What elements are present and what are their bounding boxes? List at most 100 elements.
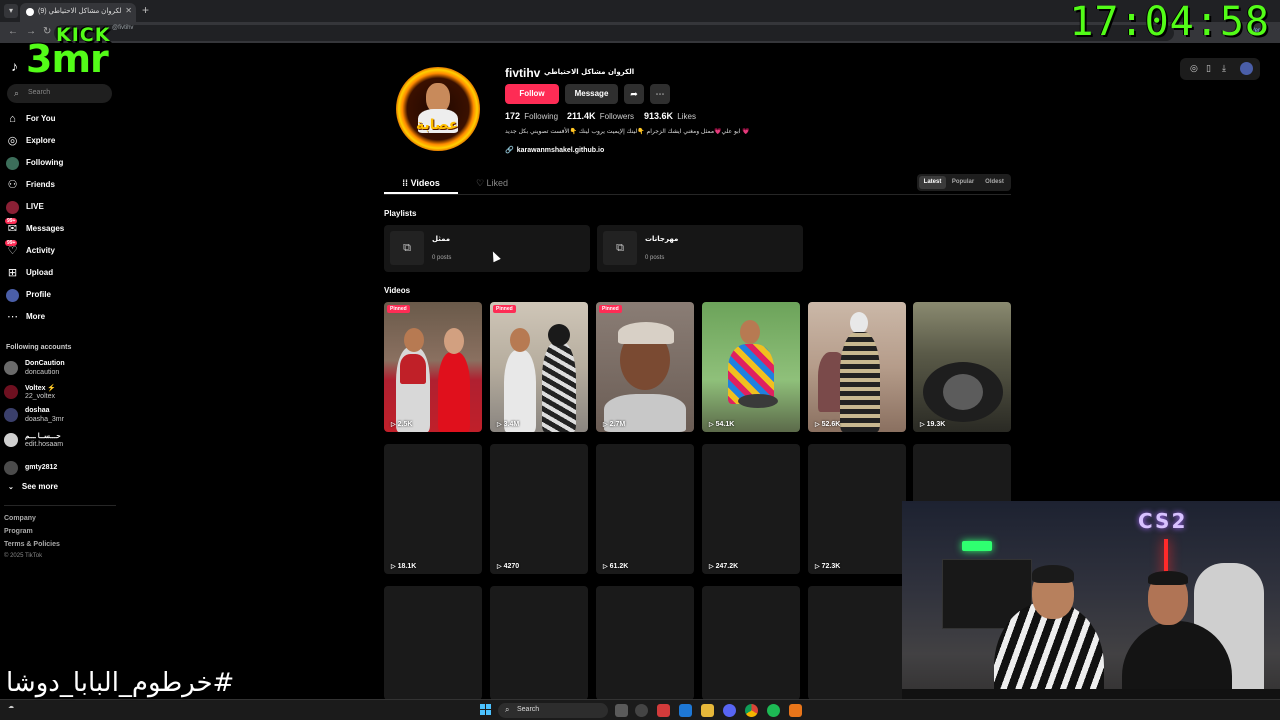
windows-start-icon[interactable] [480, 704, 492, 716]
following-account[interactable]: DonCaution doncaution [4, 358, 116, 380]
following-account[interactable]: حـــســا ـــم edit.hosaam [4, 430, 116, 452]
footer-link-program[interactable]: Program [4, 528, 33, 535]
nav-friends[interactable]: ⚇ Friends [6, 177, 116, 195]
nav-for-you[interactable]: ⌂ For You [6, 111, 116, 129]
profile-nickname: الكروان مشاكل الاحتياطي [544, 68, 635, 76]
tab-liked-label: Liked [486, 178, 509, 188]
tab-list-icon[interactable]: ▾ [4, 4, 18, 18]
nav-upload[interactable]: ⊞ Upload [6, 265, 116, 283]
sidebar-divider [4, 505, 116, 506]
share-icon[interactable]: ➦ [624, 84, 644, 104]
task-view-icon[interactable] [615, 704, 628, 717]
friends-icon: ⚇ [7, 179, 18, 191]
playlist-count: 0 posts [645, 255, 665, 261]
see-more-button[interactable]: ⌄ See more [8, 482, 58, 491]
app-icon[interactable] [657, 704, 670, 717]
bio-link[interactable]: 🔗 karawanmshakel.github.io [505, 146, 604, 154]
sort-oldest-button[interactable]: Oldest [980, 176, 1009, 189]
playlist-card[interactable]: ⧉ ممثل 0 posts [384, 225, 590, 272]
taskbar-search[interactable]: ⌕ Search [498, 703, 608, 718]
following-accounts-header: Following accounts [6, 344, 72, 351]
widgets-icon[interactable] [635, 704, 648, 717]
video-thumbnail[interactable]: ▷ 4270 [490, 444, 588, 574]
nav-label: Friends [26, 180, 55, 189]
live-avatar-icon [6, 201, 19, 214]
video-thumbnail[interactable]: ▷ 52.6K [808, 302, 906, 432]
following-account[interactable]: doshaa doasha_3mr [4, 405, 116, 427]
close-icon[interactable]: ✕ [125, 6, 132, 15]
nav-following[interactable]: Following [6, 155, 116, 173]
new-tab-icon[interactable]: + [142, 4, 149, 16]
following-stat[interactable]: 172 Following [505, 111, 558, 121]
tab-videos[interactable]: ⁞⁞ Videos [384, 172, 458, 194]
sort-latest-button[interactable]: Latest [919, 176, 946, 189]
followers-stat[interactable]: 211.4K Followers [567, 111, 634, 121]
account-name: DonCaution [25, 360, 65, 367]
back-icon[interactable]: ← [8, 26, 18, 37]
footer-link-company[interactable]: Company [4, 515, 36, 522]
profile-avatar[interactable]: عصابة [396, 67, 480, 151]
nav-messages[interactable]: ✉ 99+ Messages [5, 218, 116, 239]
playlist-card[interactable]: ⧉ مهرجانات 0 posts [597, 225, 803, 272]
user-avatar[interactable] [1240, 62, 1253, 75]
sort-popular-button[interactable]: Popular [948, 176, 978, 189]
nav-live[interactable]: LIVE [6, 199, 116, 217]
more-options-icon[interactable]: ⋯ [650, 84, 670, 104]
search-input[interactable]: ⌕ Search [7, 84, 112, 103]
video-thumbnail[interactable]: ▷ 247.2K [702, 444, 800, 574]
phone-icon[interactable]: ▯ [1206, 63, 1211, 74]
extension-toolbar: ◎ ▯ ⤓ [1180, 58, 1260, 80]
following-count: 172 [505, 111, 521, 121]
copyright: © 2025 TikTok [4, 553, 43, 559]
avatar [4, 361, 18, 375]
nav-activity[interactable]: ♡ 99+ Activity [5, 240, 116, 261]
video-thumbnail[interactable]: ▷ 19.3K [913, 302, 1011, 432]
link-icon: 🔗 [505, 147, 514, 154]
download-icon[interactable]: ⤓ [1222, 63, 1226, 74]
compass-icon[interactable]: ◎ [1190, 63, 1198, 74]
video-thumbnail[interactable]: Pinned ▷ 2.5K [384, 302, 482, 432]
chrome-icon[interactable] [745, 704, 758, 717]
video-thumbnail[interactable]: ▷ 61.2K [596, 444, 694, 574]
video-thumbnail[interactable]: Pinned ▷ 3.4M [490, 302, 588, 432]
weather-icon[interactable]: ☁ [8, 703, 14, 710]
nav-explore[interactable]: ◎ Explore [6, 133, 116, 151]
following-label: Following [524, 112, 559, 121]
footer-link-terms[interactable]: Terms & Policies [4, 541, 60, 548]
tab-videos-label: Videos [410, 178, 440, 188]
nav-more[interactable]: ⋯ More [6, 309, 116, 327]
message-button[interactable]: Message [565, 84, 618, 104]
video-thumbnail[interactable]: ▷ 72.3K [808, 444, 906, 574]
video-thumbnail[interactable] [596, 586, 694, 700]
video-thumbnail[interactable] [702, 586, 800, 700]
video-thumbnail[interactable] [490, 586, 588, 700]
view-count: ▷ 2.5K [391, 421, 413, 428]
nav-profile[interactable]: Profile [6, 287, 116, 305]
playlist-icon: ⧉ [603, 231, 637, 265]
compass-icon: ◎ [7, 135, 18, 147]
account-name: Voltex ⚡ [25, 385, 57, 392]
tiktok-logo-icon[interactable]: ♪ [11, 58, 18, 74]
play-icon: ▷ [815, 422, 820, 428]
video-thumbnail[interactable]: Pinned ▷ 2.7M [596, 302, 694, 432]
tab-liked[interactable]: ♡ Liked [462, 172, 522, 194]
profile-bio: ابو علي💗ممثل ومغني ايشك الزجرام 👇لينك إل… [505, 128, 750, 135]
following-account[interactable]: Voltex ⚡ 22_voltex [4, 382, 116, 404]
followers-label: Followers [599, 112, 634, 121]
spotify-icon[interactable] [767, 704, 780, 717]
outlook-icon[interactable] [679, 704, 692, 717]
video-thumbnail[interactable] [808, 586, 906, 700]
url-field[interactable] [54, 25, 1174, 41]
home-icon: ⌂ [9, 113, 16, 125]
follow-button[interactable]: Follow [505, 84, 559, 104]
bio-link-text: karawanmshakel.github.io [516, 147, 605, 154]
following-account[interactable]: gmty2812 [4, 458, 116, 480]
taskbar: ☁ ⌕ Search [0, 699, 1280, 720]
video-thumbnail[interactable]: ▷ 54.1K [702, 302, 800, 432]
file-explorer-icon[interactable] [701, 704, 714, 717]
video-thumbnail[interactable] [384, 586, 482, 700]
browser-tab[interactable]: (9) الكروان مشاكل الاحتياطي ✕ [20, 3, 136, 22]
video-thumbnail[interactable]: ▷ 18.1K [384, 444, 482, 574]
discord-icon[interactable] [723, 704, 736, 717]
app-icon[interactable] [789, 704, 802, 717]
